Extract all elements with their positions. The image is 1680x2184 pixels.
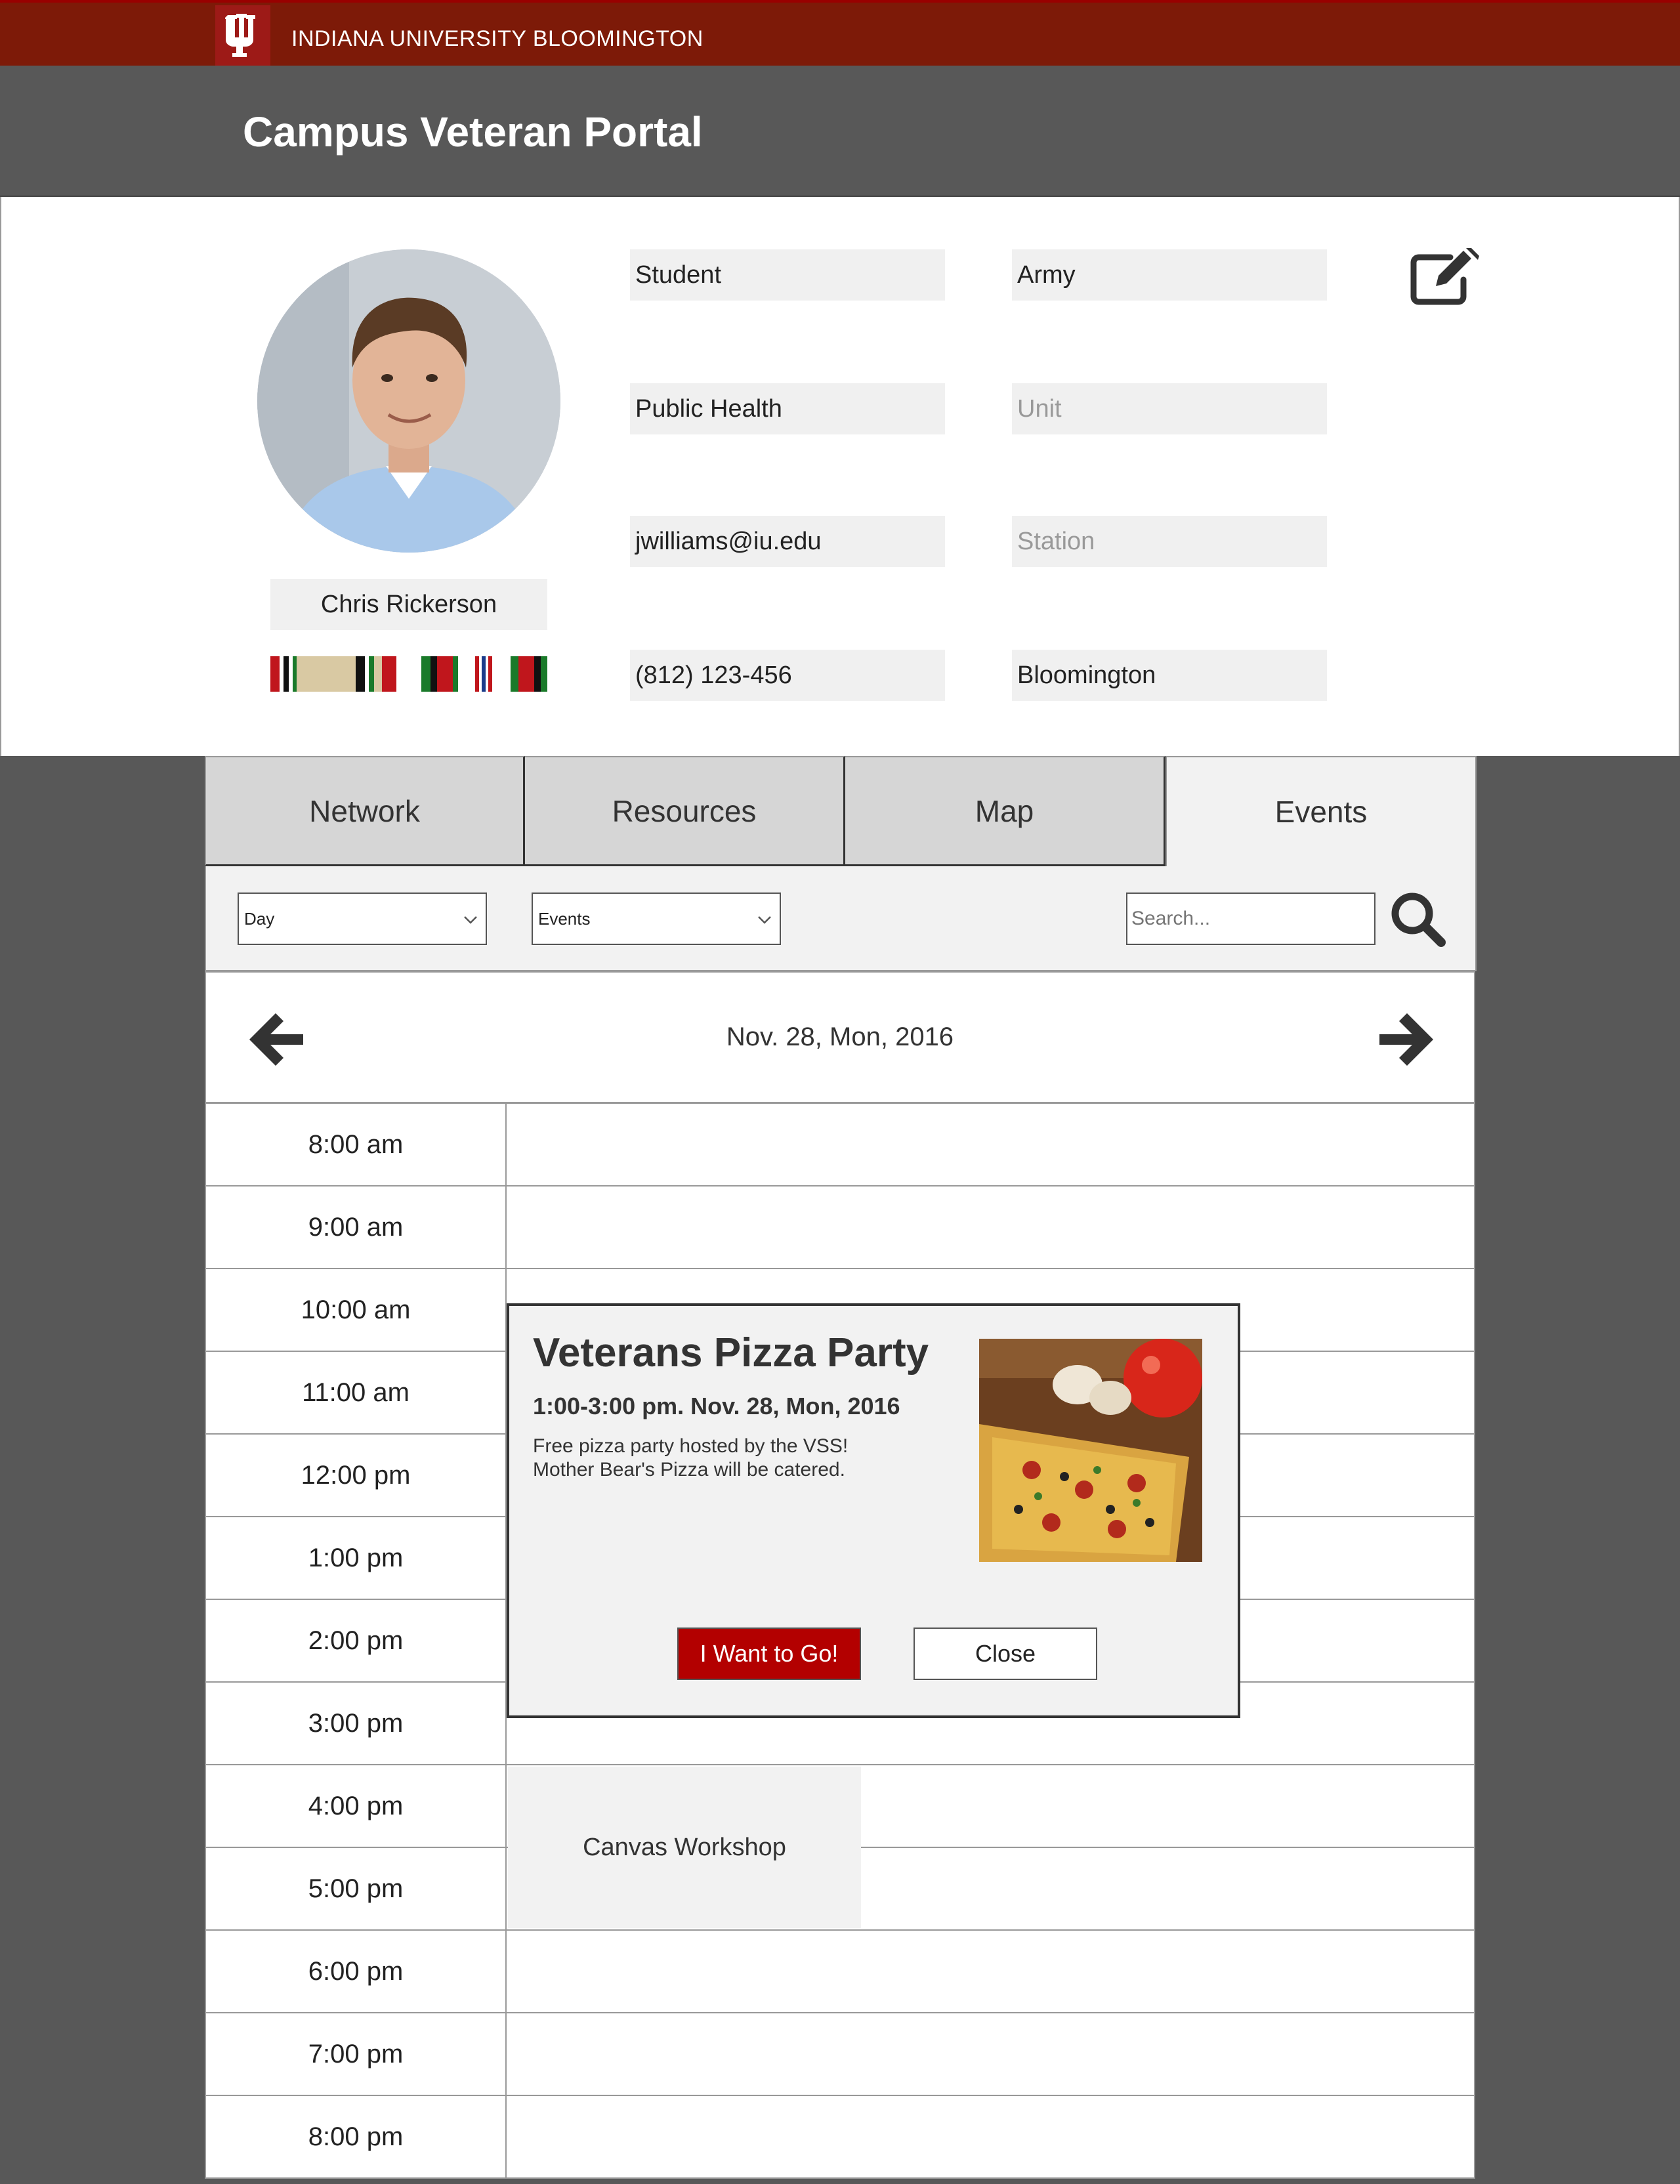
profile-card: Chris Rickerson Student Army Public Heal…: [0, 197, 1680, 756]
time-label: 4:00 pm: [206, 1765, 507, 1847]
time-label: 2:00 pm: [206, 1600, 507, 1681]
time-label: 7:00 pm: [206, 2013, 507, 2095]
time-row[interactable]: 9:00 am: [206, 1186, 1474, 1269]
type-select-value: Events: [538, 908, 591, 929]
tab-resources[interactable]: Resources: [525, 756, 845, 866]
current-date: Nov. 28, Mon, 2016: [726, 1022, 954, 1051]
chevron-down-icon: [464, 916, 477, 924]
station-field[interactable]: Station: [1012, 516, 1327, 567]
phone-field[interactable]: (812) 123-456: [630, 650, 945, 701]
time-row[interactable]: 8:00 pm: [206, 2096, 1474, 2179]
avatar: [257, 249, 560, 553]
department-field[interactable]: Public Health: [630, 383, 945, 434]
event-detail-modal: Veterans Pizza Party 1:00-3:00 pm. Nov. …: [507, 1303, 1240, 1718]
city-field[interactable]: Bloomington: [1012, 650, 1327, 701]
university-bar: INDIANA UNIVERSITY BLOOMINGTON: [0, 0, 1680, 67]
time-label: 11:00 am: [206, 1352, 507, 1433]
tab-network[interactable]: Network: [205, 756, 525, 866]
time-label: 12:00 pm: [206, 1435, 507, 1516]
unit-field[interactable]: Unit: [1012, 383, 1327, 434]
time-label: 9:00 am: [206, 1186, 507, 1268]
time-label: 10:00 am: [206, 1269, 507, 1351]
chevron-down-icon: [758, 916, 771, 924]
time-label: 5:00 pm: [206, 1848, 507, 1929]
event-description-line: Mother Bear's Pizza will be catered.: [533, 1459, 845, 1480]
service-ribbon-icon: [421, 656, 547, 692]
time-label: 6:00 pm: [206, 1931, 507, 2012]
page-title: Campus Veteran Portal: [243, 108, 703, 156]
view-select[interactable]: Day: [238, 892, 487, 945]
role-field[interactable]: Student: [630, 249, 945, 301]
event-description: Free pizza party hosted by the VSS! Moth…: [533, 1435, 940, 1482]
search-icon[interactable]: [1389, 890, 1448, 949]
tab-events[interactable]: Events: [1166, 756, 1477, 866]
university-name[interactable]: INDIANA UNIVERSITY BLOOMINGTON: [291, 26, 704, 52]
time-label: 3:00 pm: [206, 1683, 507, 1764]
branch-field[interactable]: Army: [1012, 249, 1327, 301]
time-row[interactable]: 6:00 pm: [206, 1931, 1474, 2013]
search-input[interactable]: [1126, 892, 1376, 945]
pizza-image: [979, 1339, 1202, 1562]
date-navigator: Nov. 28, Mon, 2016: [206, 973, 1474, 1104]
filter-bar: Day Events: [205, 866, 1477, 971]
time-label: 8:00 pm: [206, 2096, 507, 2177]
event-time: 1:00-3:00 pm. Nov. 28, Mon, 2016: [533, 1393, 900, 1419]
time-label: 8:00 am: [206, 1104, 507, 1185]
type-select[interactable]: Events: [532, 892, 781, 945]
main-tabs: Network Resources Map Events: [205, 756, 1477, 866]
time-row[interactable]: 8:00 am: [206, 1104, 1474, 1186]
time-label: 1:00 pm: [206, 1517, 507, 1599]
service-ribbon-icon: [270, 656, 396, 692]
event-title: Veterans Pizza Party: [533, 1330, 929, 1376]
tab-map[interactable]: Map: [845, 756, 1166, 866]
view-select-value: Day: [244, 908, 275, 929]
edit-icon[interactable]: [1410, 248, 1480, 307]
event-description-line: Free pizza party hosted by the VSS!: [533, 1435, 849, 1457]
time-row[interactable]: 7:00 pm: [206, 2013, 1474, 2096]
email-field[interactable]: jwilliams@iu.edu: [630, 516, 945, 567]
portal-header: Campus Veteran Portal: [0, 66, 1680, 197]
event-canvas-workshop[interactable]: Canvas Workshop: [508, 1767, 861, 1928]
close-button[interactable]: Close: [914, 1628, 1097, 1680]
arrow-right-icon[interactable]: [1374, 1007, 1440, 1072]
i-want-to-go-button[interactable]: I Want to Go!: [677, 1628, 861, 1680]
profile-name: Chris Rickerson: [270, 579, 547, 630]
iu-trident-logo[interactable]: [215, 5, 270, 67]
